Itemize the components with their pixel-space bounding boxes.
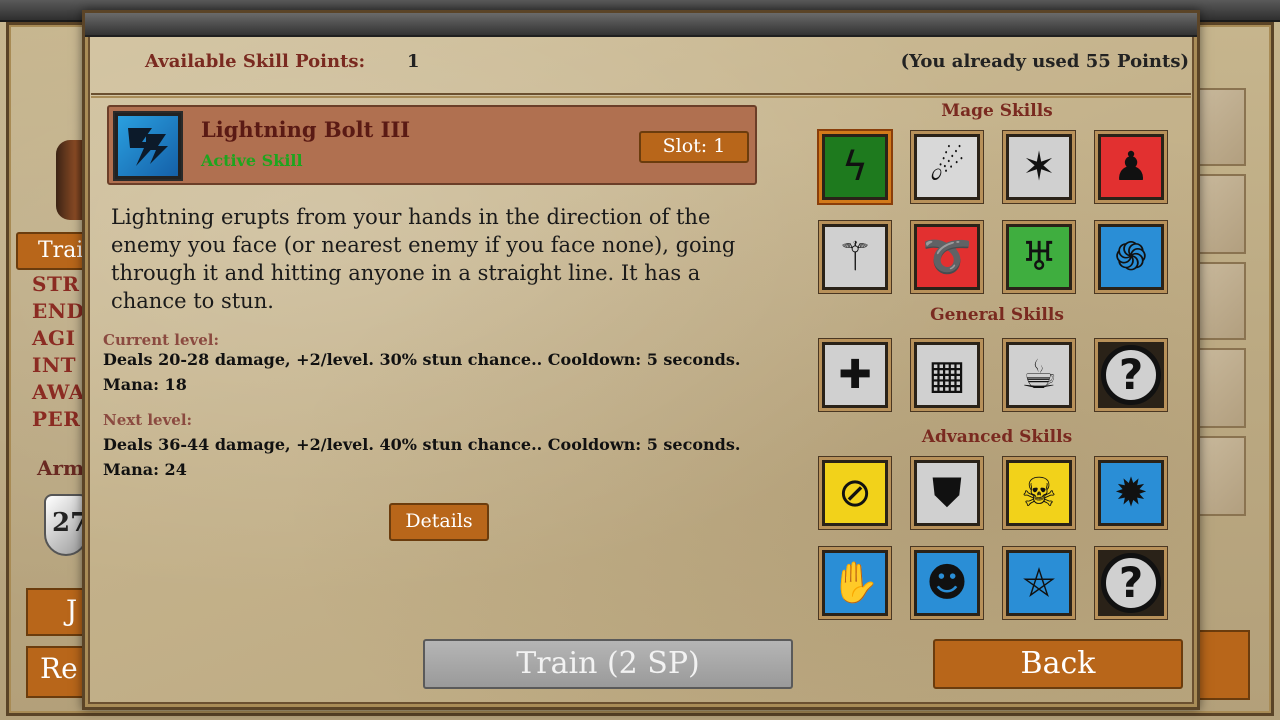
advanced-skill-tile[interactable]: ? [1095,547,1167,619]
back-button[interactable]: Back [933,639,1183,689]
selected-skill-name: Lightning Bolt III [201,117,411,142]
mage-skill-tile[interactable]: ⚚ [819,221,891,293]
mage-skill-tile[interactable]: ♟ [1095,131,1167,203]
unknown-skill-icon: ? [1101,553,1161,613]
slot-button[interactable]: Slot: 1 [639,131,749,163]
shield-burst-icon: ✹ [1101,463,1161,523]
dialog-top-bar [85,13,1197,37]
general-skills-title: General Skills [930,305,1064,325]
mage-skill-tile[interactable]: ✶ [1003,131,1075,203]
advanced-skill-tile[interactable]: ✹ [1095,457,1167,529]
selected-skill-type: Active Skill [201,151,303,170]
lightning-bolt-svg [128,128,168,166]
protection-figure-icon: ♟ [1101,137,1161,197]
pentagram-icon: ⛤ [1009,553,1069,613]
details-button[interactable]: Details [389,503,489,541]
staff-icon: ⚚ [825,227,885,287]
general-skill-tile[interactable]: ✚ [819,339,891,411]
current-level-text: Deals 20-28 damage, +2/level. 30% stun c… [103,350,741,394]
mage-skill-tile[interactable]: ϟ [819,131,891,203]
available-skill-points-value: 1 [407,51,420,72]
inventory-slot-amulet[interactable] [1198,174,1246,254]
fireball-icon: ☄ [917,137,977,197]
general-skill-tile[interactable]: ☕ [1003,339,1075,411]
mage-skills-title: Mage Skills [941,101,1053,121]
beer-mug-icon: ☕ [1009,345,1069,405]
mage-skill-tile[interactable]: ➰ [911,221,983,293]
header-divider [91,93,1191,98]
lightning-icon: ϟ [825,137,885,197]
skull-icon: ☠ [1009,463,1069,523]
golem-face-icon: ☻ [917,553,977,613]
mage-skill-tile[interactable]: ֍ [1095,221,1167,293]
lightning-icon [113,111,183,181]
gargoyle-icon: ♅ [1009,227,1069,287]
maze-icon: ▦ [917,345,977,405]
meteor-icon: ✶ [1009,137,1069,197]
skill-training-dialog: Available Skill Points: 1 (You already u… [82,10,1200,710]
advanced-skill-tile[interactable]: ⛤ [1003,547,1075,619]
vortex-icon: ֍ [1101,227,1161,287]
hand-swirl-icon: ✋ [825,553,885,613]
armor-plate-icon: ⛊ [917,463,977,523]
general-skill-tile[interactable]: ? [1095,339,1167,411]
inventory-slot-staff[interactable] [1198,436,1246,516]
skill-description: Lightning erupts from your hands in the … [111,205,736,313]
advanced-skill-tile[interactable]: ⊘ [819,457,891,529]
advanced-skill-tile[interactable]: ☠ [1003,457,1075,529]
advanced-skills-title: Advanced Skills [921,427,1073,447]
selected-skill-header: Lightning Bolt III Active Skill Slot: 1 [107,105,757,185]
inventory-slot-potion[interactable] [1198,348,1246,428]
train-button[interactable]: Train (2 SP) [423,639,793,689]
advanced-skill-tile[interactable]: ☻ [911,547,983,619]
general-skill-tile[interactable]: ▦ [911,339,983,411]
inventory-slot-ring[interactable] [1198,88,1246,166]
unknown-skill-icon: ? [1101,345,1161,405]
available-skill-points-label: Available Skill Points: [145,51,366,72]
heal-cross-icon: ✚ [825,345,885,405]
mage-skill-tile[interactable]: ♅ [1003,221,1075,293]
train-tab[interactable]: Trai [16,232,86,270]
fire-swirl-icon: ➰ [917,227,977,287]
armor-label: Arm [37,456,85,480]
mage-skill-tile[interactable]: ☄ [911,131,983,203]
next-level-label: Next level: [103,411,193,429]
no-weapon-icon: ⊘ [825,463,885,523]
next-level-text: Deals 36-44 damage, +2/level. 40% stun c… [103,435,741,479]
advanced-skill-tile[interactable]: ⛊ [911,457,983,529]
inventory-slot-empty[interactable] [1198,262,1246,340]
advanced-skill-tile[interactable]: ✋ [819,547,891,619]
used-points-text: (You already used 55 Points) [900,51,1189,72]
